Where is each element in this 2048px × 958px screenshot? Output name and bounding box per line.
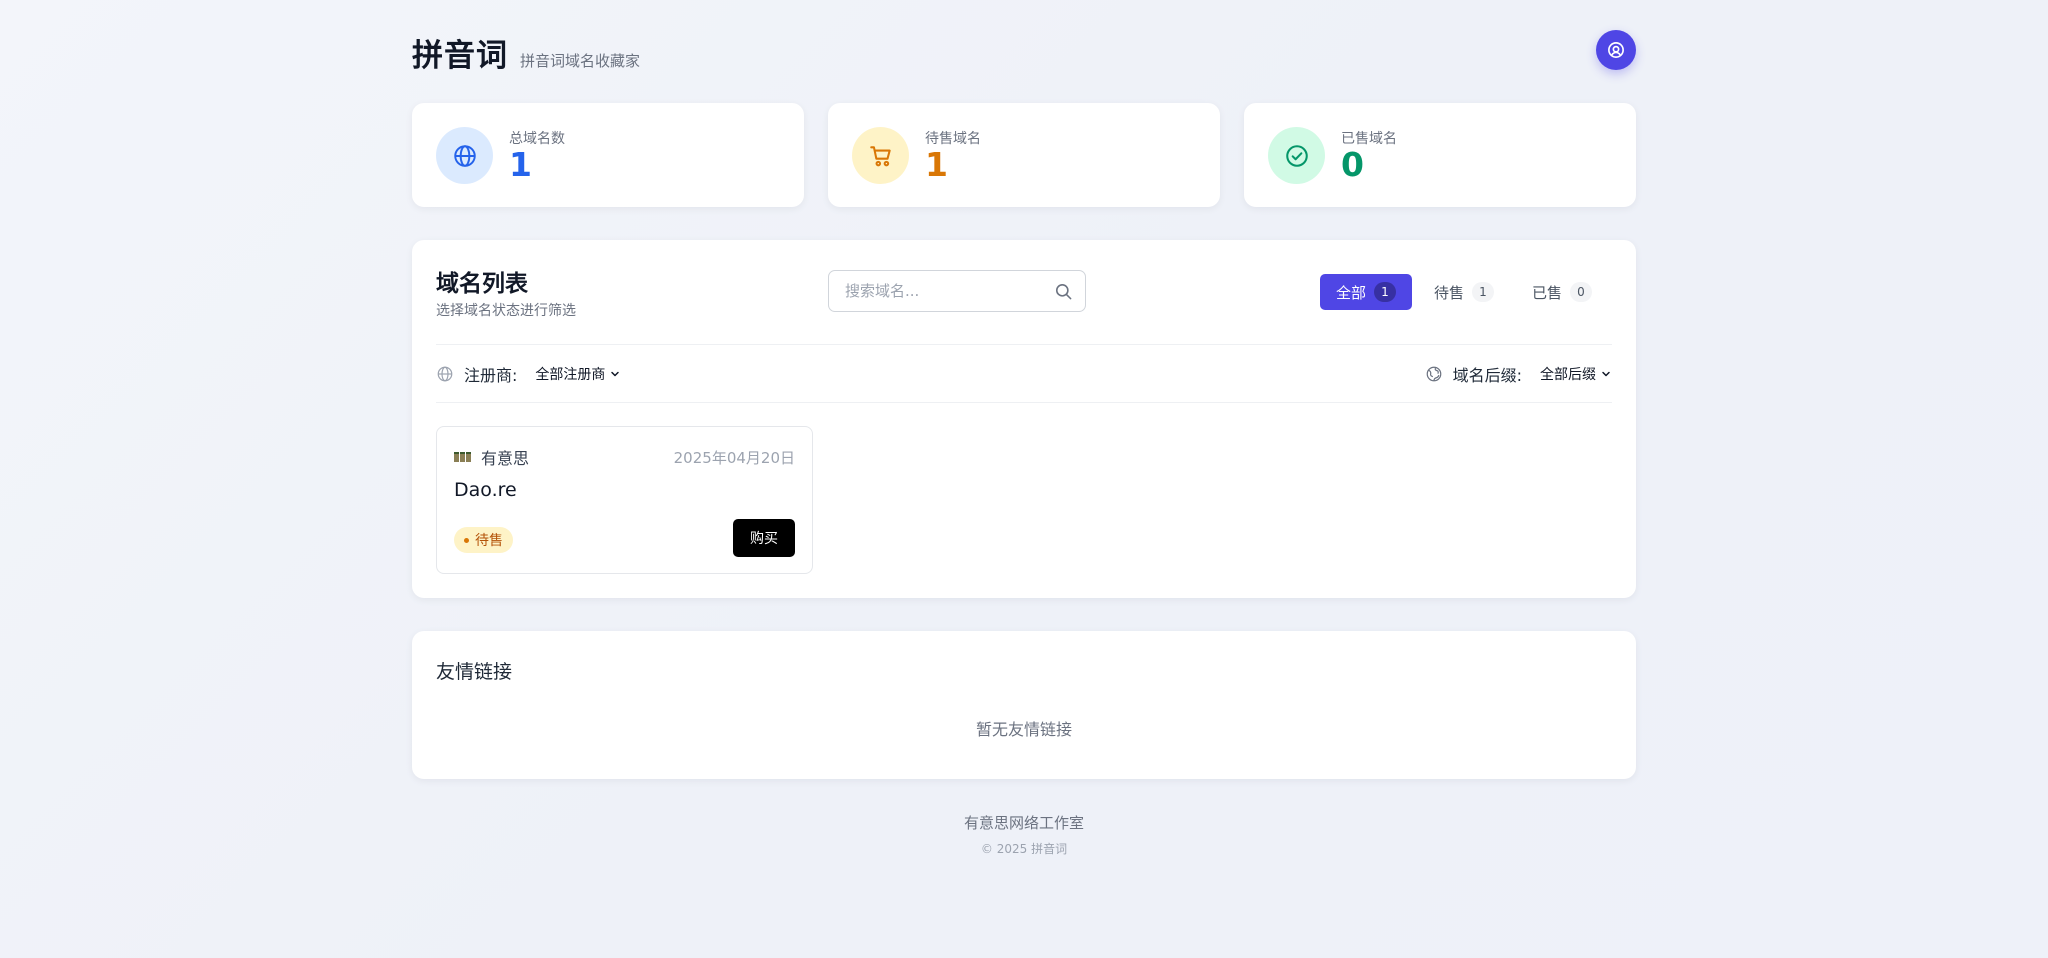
tab-count: 0 [1570,282,1592,302]
tab-label: 已售 [1531,283,1562,302]
globe-icon [437,366,453,382]
friend-links-empty: 暂无友情链接 [975,720,1072,739]
panel-subtitle: 选择域名状态进行筛选 [436,303,576,319]
suffix-select[interactable]: 全部后缀 [1540,364,1612,384]
status-badge: 待售 [454,527,513,553]
tab-count: 1 [1471,282,1494,302]
search-box [828,270,1086,312]
owner-logo [454,452,473,462]
stat-icon-wrap [852,127,909,184]
tab-count: 1 [1373,282,1396,302]
stat-value: 1 [509,145,532,184]
tab-label: 全部 [1335,283,1366,302]
panel-title: 域名列表 [436,271,528,297]
stat-sold: 已售域名 0 [1244,103,1636,207]
footer-org: 有意思网络工作室 [963,814,1084,832]
chevron-down-icon [1602,371,1610,377]
status-dot [464,537,469,543]
divider [436,402,1612,403]
site-title: 拼音词 [412,38,508,74]
tab-sold[interactable]: 已售 0 [1516,274,1608,310]
domain-list-panel: 域名列表 选择域名状态进行筛选 全部 1 待售 1 已售 0 [412,240,1636,598]
filter-row: 注册商: 全部注册商 域名后缀: 全部后缀 [436,358,1612,390]
stat-total: 总域名数 1 [412,103,804,207]
header: 拼音词 拼音词域名收藏家 [412,0,1636,100]
stat-value: 0 [1341,145,1364,184]
friend-links-title: 友情链接 [436,661,513,683]
check-circle-icon [1285,144,1308,167]
brand: 拼音词 拼音词域名收藏家 [412,30,640,75]
footer-copyright: © 2025 拼音词 [980,842,1068,856]
domain-date: 2025年04月20日 [673,449,795,467]
divider [436,344,1612,345]
user-circle-icon [1608,42,1624,58]
suffix-label: 域名后缀: [1452,366,1522,385]
suffix-value: 全部后缀 [1540,367,1596,383]
stat-value: 1 [925,145,948,184]
stat-icon-wrap [1268,127,1325,184]
suffix-filter: 域名后缀: 全部后缀 [1425,358,1612,390]
globe-icon [453,144,476,167]
tab-label: 待售 [1433,283,1464,302]
search-icon[interactable] [1054,282,1073,301]
registrar-label: 注册商: [464,366,518,385]
cart-icon [869,145,891,166]
tab-for-sale[interactable]: 待售 1 [1418,274,1510,310]
friend-links-panel: 友情链接 暂无友情链接 [412,631,1636,779]
chevron-down-icon [611,371,620,377]
user-account-button[interactable] [1596,30,1636,70]
status-tabs: 全部 1 待售 1 已售 0 [1319,274,1608,310]
owner-name: 有意思 [481,449,530,468]
domain-owner: 有意思 [454,445,529,469]
tab-all[interactable]: 全部 1 [1319,274,1412,310]
search-input[interactable] [829,271,1029,311]
page: 拼音词 拼音词域名收藏家 总域名数 1 待售域名 1 已售域名 0 域名列表 选… [412,0,1636,856]
domain-card[interactable]: 有意思 2025年04月20日 Dao.re 待售 购买 [436,426,813,574]
registrar-filter: 注册商: 全部注册商 [436,358,621,390]
stats-row: 总域名数 1 待售域名 1 已售域名 0 [412,103,1636,207]
site-subtitle: 拼音词域名收藏家 [520,52,641,70]
earth-icon [1426,366,1441,382]
domain-name[interactable]: Dao.re [454,479,517,501]
registrar-select[interactable]: 全部注册商 [535,364,621,384]
status-text: 待售 [475,533,503,549]
buy-button[interactable]: 购买 [733,519,795,557]
stat-icon-wrap [436,127,493,184]
stat-for-sale: 待售域名 1 [828,103,1220,207]
registrar-value: 全部注册商 [535,367,606,383]
